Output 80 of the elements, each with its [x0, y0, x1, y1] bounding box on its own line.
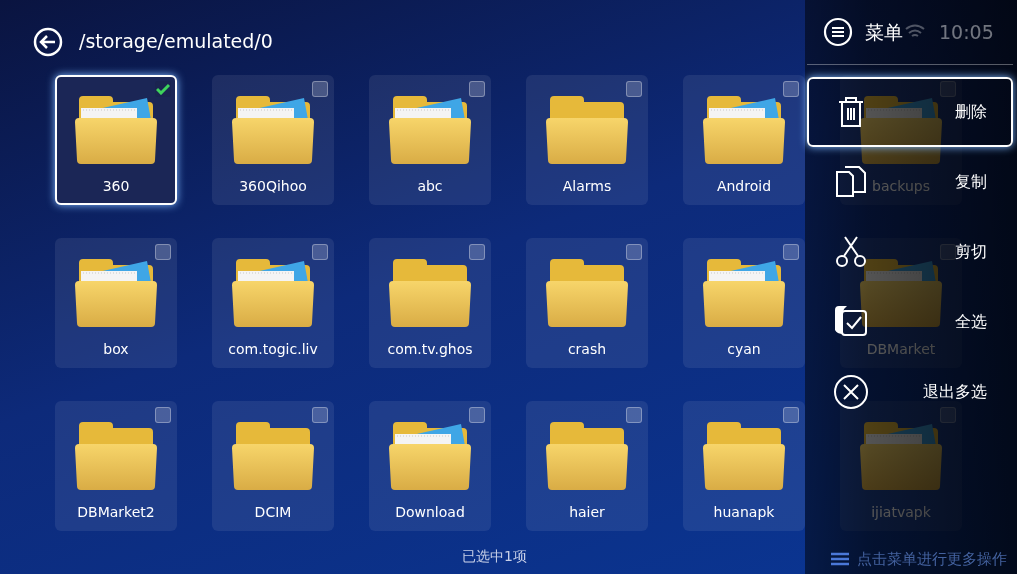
folder-name: Android — [716, 177, 772, 196]
folder-icon — [546, 422, 628, 490]
folder-tile[interactable]: haier — [526, 401, 648, 531]
check-icon — [156, 83, 170, 95]
menu-item[interactable]: 删除 — [807, 77, 1013, 147]
folder-icon — [703, 96, 785, 164]
folder-name: Download — [395, 503, 465, 522]
folder-icon — [232, 259, 314, 327]
folder-name: com.tv.ghos — [387, 340, 473, 359]
checkbox[interactable] — [155, 81, 171, 97]
checkbox[interactable] — [312, 81, 328, 97]
folder-name: crash — [567, 340, 607, 359]
clock: 10:05 — [939, 19, 994, 45]
folder-tile[interactable]: box — [55, 238, 177, 368]
folder-tile[interactable]: DCIM — [212, 401, 334, 531]
folder-name: 360Qihoo — [239, 177, 307, 196]
checkbox[interactable] — [626, 81, 642, 97]
folder-tile[interactable]: com.tv.ghos — [369, 238, 491, 368]
folder-name: huanapk — [713, 503, 775, 522]
folder-tile[interactable]: Android — [683, 75, 805, 205]
checkbox[interactable] — [469, 81, 485, 97]
folder-name: DBMarket — [866, 340, 936, 359]
folder-name: com.togic.liv — [228, 340, 318, 359]
folder-name: cyan — [727, 340, 761, 359]
folder-tile[interactable]: 360 — [55, 75, 177, 205]
scissors-icon — [833, 234, 869, 270]
checkbox[interactable] — [155, 407, 171, 423]
folder-tile[interactable]: crash — [526, 238, 648, 368]
folder-icon — [860, 259, 942, 327]
folder-name: backups — [872, 177, 930, 196]
folder-name: haier — [569, 503, 605, 522]
folder-tile[interactable]: Alarms — [526, 75, 648, 205]
checkbox[interactable] — [469, 244, 485, 260]
checkbox[interactable] — [626, 244, 642, 260]
folder-tile[interactable]: com.togic.liv — [212, 238, 334, 368]
folder-name: ijiatvapk — [871, 503, 931, 522]
folder-icon — [75, 259, 157, 327]
wifi-icon — [905, 24, 925, 40]
checkbox[interactable] — [783, 81, 799, 97]
folder-icon — [703, 259, 785, 327]
checkbox[interactable] — [312, 407, 328, 423]
back-icon[interactable] — [33, 26, 63, 57]
close-icon — [833, 374, 869, 410]
folder-name: 360 — [102, 177, 130, 196]
copy-icon — [833, 164, 869, 200]
checkbox[interactable] — [783, 407, 799, 423]
menu-icon[interactable] — [823, 17, 853, 47]
folder-icon — [75, 422, 157, 490]
folder-tile[interactable]: cyan — [683, 238, 805, 368]
folder-icon — [546, 96, 628, 164]
folder-name: box — [103, 340, 129, 359]
checkbox[interactable] — [783, 244, 799, 260]
folder-icon — [860, 422, 942, 490]
checkbox[interactable] — [312, 244, 328, 260]
folder-icon — [232, 422, 314, 490]
folder-tile[interactable]: Download — [369, 401, 491, 531]
folder-name: DBMarket2 — [77, 503, 155, 522]
folder-name: Alarms — [562, 177, 612, 196]
folder-icon — [389, 96, 471, 164]
menu-title: 菜单 — [865, 19, 903, 45]
list-icon — [831, 551, 849, 566]
folder-icon — [389, 422, 471, 490]
folder-icon — [546, 259, 628, 327]
folder-name: abc — [417, 177, 443, 196]
folder-name: DCIM — [254, 503, 292, 522]
folder-tile[interactable]: DBMarket2 — [55, 401, 177, 531]
menu-hint: 点击菜单进行更多操作 — [857, 548, 1007, 570]
selection-count: 已选中1项 — [462, 547, 527, 566]
checkbox[interactable] — [155, 244, 171, 260]
checkbox[interactable] — [626, 407, 642, 423]
folder-tile[interactable]: huanapk — [683, 401, 805, 531]
folder-icon — [703, 422, 785, 490]
folder-tile[interactable]: abc — [369, 75, 491, 205]
folder-icon — [389, 259, 471, 327]
folder-icon — [860, 96, 942, 164]
folder-path: /storage/emulated/0 — [79, 29, 273, 55]
folder-icon — [75, 96, 157, 164]
folder-icon — [232, 96, 314, 164]
folder-tile[interactable]: 360Qihoo — [212, 75, 334, 205]
checkbox[interactable] — [469, 407, 485, 423]
